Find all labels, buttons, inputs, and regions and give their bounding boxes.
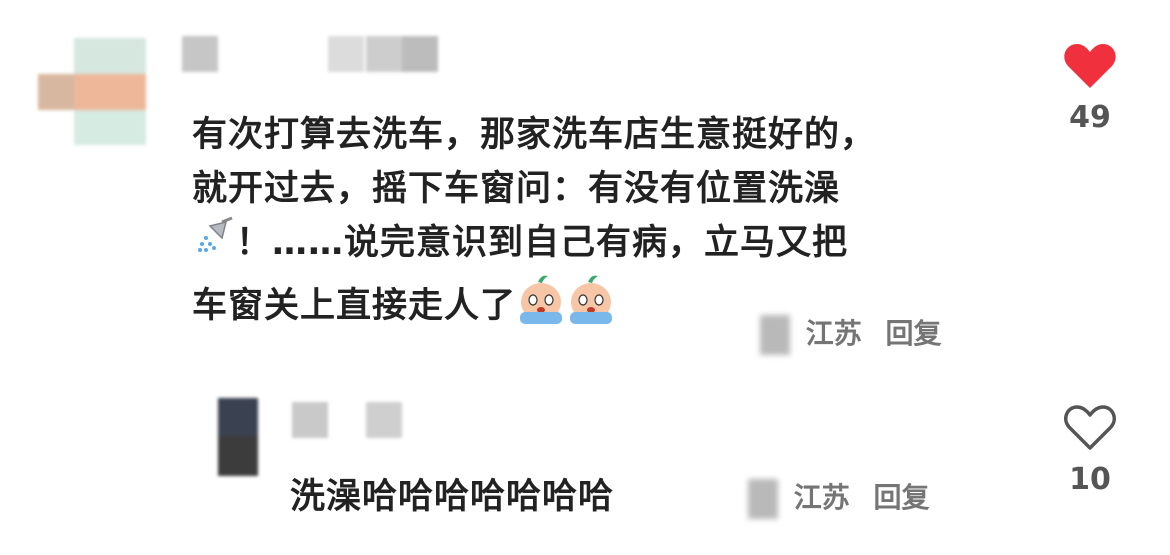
comment-line: 就开过去，摇下车窗问：有没有位置洗澡 (192, 169, 841, 209)
comment-line: ！……说完意识到自己有病，立马又把 (236, 223, 849, 263)
reply-avatar[interactable] (218, 398, 258, 476)
comment-line: 有次打算去洗车，那家洗车店生意挺好的， (192, 115, 877, 155)
comment-meta: 江苏 回复 (760, 312, 942, 355)
comment-line-with-emoji: ！……说完意识到自己有病，立马又把 (192, 216, 992, 272)
timestamp-redacted (760, 315, 790, 355)
crying-face-icon (566, 272, 616, 342)
crying-face-icon (516, 272, 566, 342)
timestamp-redacted (748, 479, 778, 519)
like-button[interactable]: 49 (1060, 42, 1120, 135)
location-label: 江苏 (805, 317, 862, 350)
avatar[interactable] (38, 38, 148, 145)
like-count: 10 (1069, 462, 1111, 497)
location-label: 江苏 (793, 481, 850, 514)
reply-button[interactable]: 回复 (874, 481, 930, 514)
reply-meta: 江苏 回复 (748, 476, 930, 519)
comment-line: 车窗关上直接走人了 (192, 286, 517, 326)
heart-filled-icon[interactable] (1063, 44, 1117, 94)
reply-button[interactable]: 回复 (886, 317, 942, 350)
comment-text: 有次打算去洗车，那家洗车店生意挺好的， 就开过去，摇下车窗问：有没有位置洗澡 ！… (192, 108, 992, 342)
reply-text: 洗澡哈哈哈哈哈哈哈 (290, 477, 615, 517)
username-main[interactable] (182, 36, 442, 74)
heart-outline-icon[interactable] (1063, 405, 1117, 456)
shower-icon (192, 216, 236, 272)
reply-like-button[interactable]: 10 (1060, 404, 1120, 497)
like-count: 49 (1069, 100, 1111, 135)
username-reply[interactable] (292, 402, 412, 438)
